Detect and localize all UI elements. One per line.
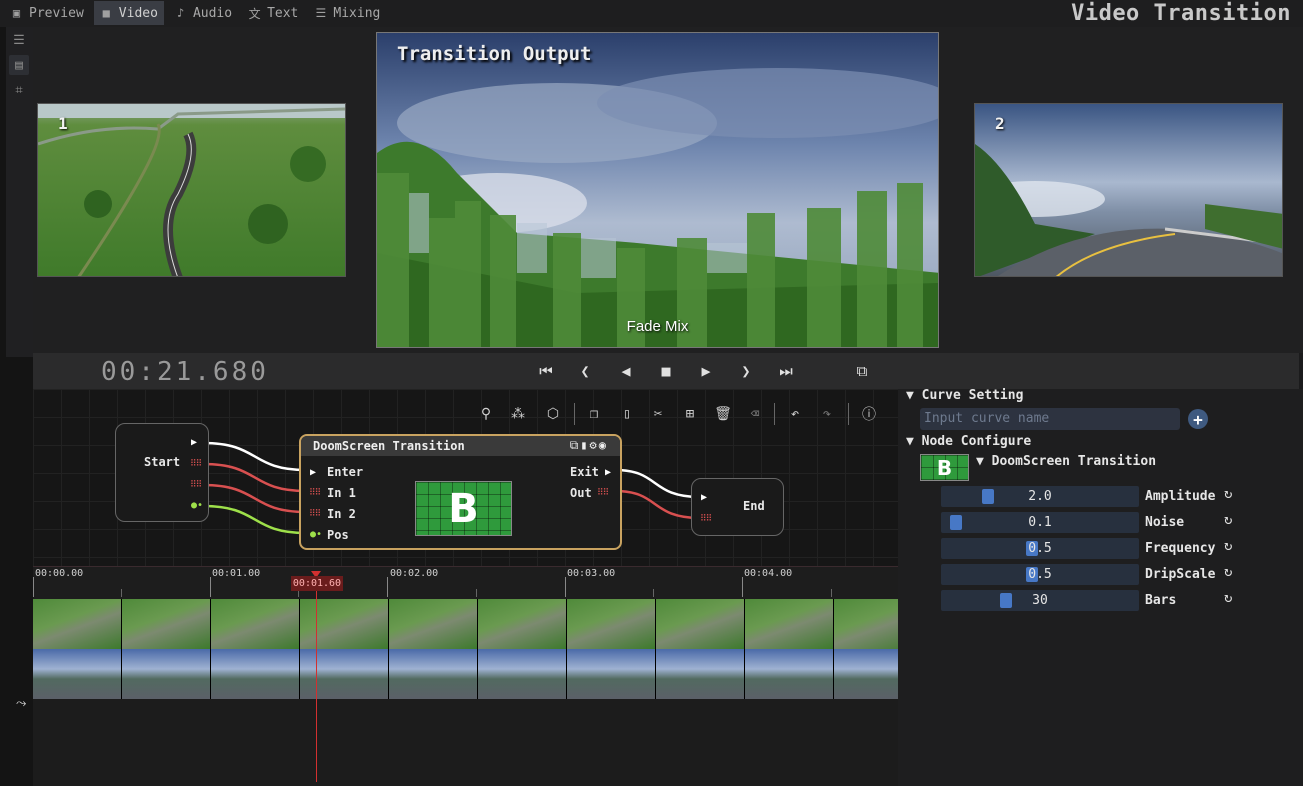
ruler-label: 00:04.00: [744, 568, 793, 579]
dripscale-slider[interactable]: 0.5: [941, 564, 1139, 585]
clone-icon[interactable]: ⧉: [570, 438, 581, 452]
eye-icon[interactable]: ◉: [599, 438, 608, 452]
node-name-header[interactable]: ▼ DoomScreen Transition: [976, 454, 1156, 469]
in2-port[interactable]: ⠿⠿: [309, 509, 321, 519]
in1-port[interactable]: ⠿⠿: [309, 488, 321, 498]
in1-port-label: In 1: [327, 486, 356, 500]
ruler-label: 00:02.00: [390, 568, 439, 579]
start-node[interactable]: Start ▶ ⠿⠿ ⠿⠿ ●•: [115, 423, 209, 522]
bars-label: Bars: [1145, 593, 1177, 608]
out-port[interactable]: ⠿⠿: [597, 488, 609, 498]
noise-label: Noise: [1145, 515, 1185, 530]
start-pos-port[interactable]: ●•: [191, 500, 203, 511]
add-curve-button[interactable]: +: [1188, 409, 1208, 429]
end-node-label: End: [743, 499, 765, 513]
start-in1-port[interactable]: ⠿⠿: [190, 459, 202, 469]
ruler-label: 00:03.00: [567, 568, 616, 579]
amplitude-label: Amplitude: [1145, 489, 1216, 504]
gear-icon[interactable]: ⚙: [590, 438, 599, 452]
reset-icon[interactable]: ↻: [1224, 486, 1232, 502]
curve-name-input[interactable]: Input curve name: [920, 408, 1180, 430]
ruler-label: 00:01.00: [212, 568, 261, 579]
curve-editor-icon[interactable]: ⤳: [16, 696, 26, 711]
in2-port-label: In 2: [327, 507, 356, 521]
exit-port-label: Exit: [570, 465, 599, 479]
ruler-label: 00:00.00: [35, 568, 84, 579]
time-ruler[interactable]: 00:00.00 00:01.00 00:02.00 00:03.00 00:0…: [33, 567, 898, 599]
start-node-label: Start: [144, 455, 181, 469]
video-track-1[interactable]: [33, 599, 898, 649]
enter-port-label: Enter: [327, 465, 364, 479]
pos-port[interactable]: ●•: [310, 529, 322, 540]
node-configure-header[interactable]: ▼ Node Configure: [906, 434, 1031, 449]
enter-port[interactable]: ▶: [310, 467, 316, 478]
reset-icon[interactable]: ↻: [1224, 564, 1232, 580]
exit-port[interactable]: ▶: [605, 467, 611, 478]
end-out-port[interactable]: ⠿⠿: [700, 514, 712, 524]
reset-icon[interactable]: ↻: [1224, 538, 1232, 554]
amplitude-slider[interactable]: 2.0: [941, 486, 1139, 507]
node-thumbnail-icon: B: [920, 454, 969, 481]
start-exec-port[interactable]: ▶: [191, 437, 197, 448]
start-in2-port[interactable]: ⠿⠿: [190, 480, 202, 490]
bars-slider[interactable]: 30: [941, 590, 1139, 611]
frequency-label: Frequency: [1145, 541, 1216, 556]
transition-preview-icon: B: [415, 481, 512, 536]
timeline[interactable]: 00:00.00 00:01.00 00:02.00 00:03.00 00:0…: [33, 567, 898, 786]
end-exec-port[interactable]: ▶: [701, 492, 707, 503]
out-port-label: Out: [570, 486, 592, 500]
trash-icon[interactable]: ▮: [580, 438, 589, 452]
playhead[interactable]: [316, 577, 317, 782]
noise-slider[interactable]: 0.1: [941, 512, 1139, 533]
dripscale-label: DripScale: [1145, 567, 1216, 582]
pos-port-label: Pos: [327, 528, 349, 542]
reset-icon[interactable]: ↻: [1224, 512, 1232, 528]
reset-icon[interactable]: ↻: [1224, 590, 1232, 606]
end-node[interactable]: ▶ ⠿⠿ End: [691, 478, 784, 536]
playhead-time: 00:01.60: [291, 576, 343, 591]
curve-setting-header[interactable]: ▼ Curve Setting: [906, 388, 1023, 403]
frequency-slider[interactable]: 0.5: [941, 538, 1139, 559]
video-track-2[interactable]: [33, 649, 898, 699]
